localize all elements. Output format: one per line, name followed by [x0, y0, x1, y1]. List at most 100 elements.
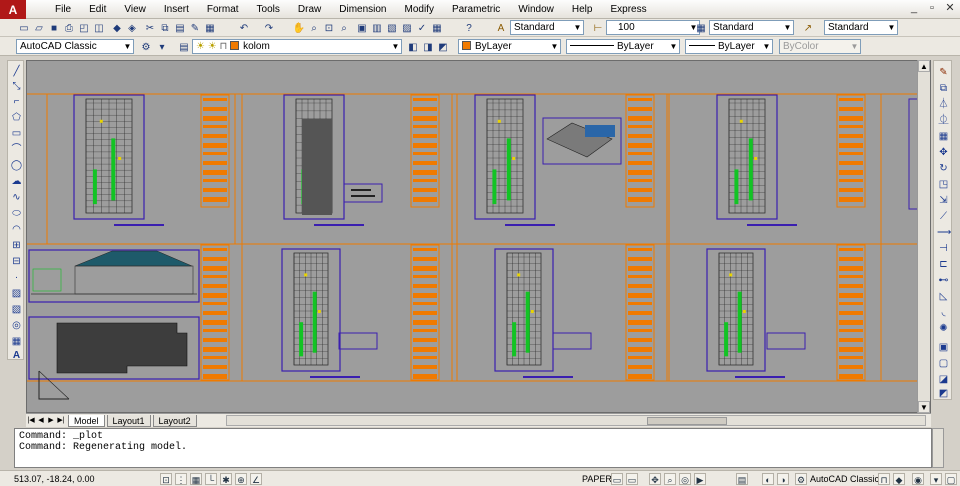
tab-layout2[interactable]: Layout2: [152, 414, 197, 427]
workspace-switching-icon[interactable]: ⚙: [795, 473, 807, 485]
ellipse-arc-icon[interactable]: ◠: [10, 223, 23, 236]
plot-icon[interactable]: ⎙: [62, 21, 76, 35]
quick-view-drawings-icon[interactable]: ▭: [626, 473, 638, 485]
menu-item-window[interactable]: Window: [509, 0, 563, 19]
point-icon[interactable]: ·: [10, 271, 23, 284]
revision-cloud-icon[interactable]: ☁: [10, 175, 23, 188]
tool-palettes-icon[interactable]: ▧: [385, 21, 399, 35]
snap-mode-icon[interactable]: ⋮: [175, 473, 187, 485]
quick-view-layouts-icon[interactable]: ▭: [611, 473, 623, 485]
fillet-icon[interactable]: ◟: [937, 306, 950, 319]
annotation-scale-icon[interactable]: ▤: [736, 473, 748, 485]
undo-icon[interactable]: ↶: [237, 21, 251, 35]
line-icon[interactable]: ╱: [10, 65, 23, 78]
stretch-icon[interactable]: ⇲: [937, 194, 950, 207]
ellipse-icon[interactable]: ⬭: [10, 207, 23, 220]
lineweight-combo[interactable]: ByLayer ▼: [685, 39, 773, 54]
vertical-scrollbar[interactable]: ▲ ▼: [917, 60, 930, 413]
pan-icon[interactable]: ✋: [292, 21, 306, 35]
polar-tracking-icon[interactable]: ✱: [220, 473, 232, 485]
ortho-icon[interactable]: └: [205, 473, 217, 485]
menu-item-help[interactable]: Help: [563, 0, 602, 19]
circle-icon[interactable]: ◯: [10, 159, 23, 172]
join-icon[interactable]: ⊷: [937, 274, 950, 287]
restore-icon[interactable]: ▫: [926, 2, 938, 15]
arc-icon[interactable]: ⌒: [10, 143, 23, 156]
customize-icon[interactable]: ▾: [155, 40, 169, 54]
text-style-combo[interactable]: Standard ▼: [510, 20, 584, 35]
auto-scale-icon[interactable]: ◑: [777, 473, 789, 485]
pan-status-icon[interactable]: ✥: [649, 473, 661, 485]
isolate-objects-icon[interactable]: ◉: [912, 473, 924, 485]
menu-item-file[interactable]: File: [46, 0, 80, 19]
plot-style-combo[interactable]: ByColor ▼: [779, 39, 861, 54]
text-style-icon[interactable]: A: [494, 21, 508, 35]
status-bar-menu-icon[interactable]: ▾: [930, 473, 942, 485]
chamfer-icon[interactable]: ◺: [937, 290, 950, 303]
table-icon[interactable]: ▦: [10, 335, 23, 348]
menu-item-express[interactable]: Express: [601, 0, 655, 19]
table-style-icon[interactable]: ▦: [694, 21, 708, 35]
open-file-icon[interactable]: ▱: [32, 21, 46, 35]
gradient-icon[interactable]: ▧: [10, 303, 23, 316]
model-space-viewport[interactable]: [26, 60, 931, 413]
break-at-point-icon[interactable]: ⊣: [937, 242, 950, 255]
extend-icon[interactable]: ⟶: [937, 226, 951, 239]
clean-screen-icon[interactable]: ▢: [945, 473, 957, 485]
copy-object-icon[interactable]: ⧉: [937, 82, 950, 95]
application-menu-button[interactable]: A: [0, 0, 26, 19]
make-object-layer-current-icon[interactable]: ◧: [406, 40, 420, 54]
infer-constraints-icon[interactable]: ⊡: [160, 473, 172, 485]
copy-icon[interactable]: ⧉: [158, 21, 172, 35]
next-tab-icon[interactable]: ▶: [46, 415, 56, 427]
draw-order-back-icon[interactable]: ▢: [937, 357, 950, 370]
menu-item-modify[interactable]: Modify: [396, 0, 443, 19]
menu-item-parametric[interactable]: Parametric: [443, 0, 509, 19]
menu-item-dimension[interactable]: Dimension: [330, 0, 395, 19]
properties-icon[interactable]: ▣: [355, 21, 369, 35]
previous-tab-icon[interactable]: ◀: [36, 415, 46, 427]
sheet-set-manager-icon[interactable]: ▨: [400, 21, 414, 35]
cut-icon[interactable]: ✂: [143, 21, 157, 35]
offset-icon[interactable]: ⏂: [937, 114, 950, 127]
scroll-up-icon[interactable]: ▲: [918, 60, 930, 72]
hardware-acceleration-icon[interactable]: ◆: [893, 473, 905, 485]
zoom-previous-icon[interactable]: ⌕: [337, 21, 351, 35]
save-icon[interactable]: ■: [47, 21, 61, 35]
last-tab-icon[interactable]: ▶|: [56, 415, 66, 427]
object-snap-icon[interactable]: ⊕: [235, 473, 247, 485]
multiline-text-icon[interactable]: A: [10, 349, 23, 362]
layer-state-icon[interactable]: ◩: [436, 40, 450, 54]
quickcalc-icon[interactable]: ▦: [430, 21, 444, 35]
linetype-combo[interactable]: ByLayer ▼: [566, 39, 680, 54]
design-center-icon[interactable]: ▥: [370, 21, 384, 35]
plot-preview-icon[interactable]: ◰: [77, 21, 91, 35]
block-editor-icon[interactable]: ▦: [203, 21, 217, 35]
region-icon[interactable]: ◎: [10, 319, 23, 332]
color-combo[interactable]: ByLayer ▼: [458, 39, 561, 54]
menu-item-view[interactable]: View: [115, 0, 155, 19]
match-properties-icon[interactable]: ✎: [188, 21, 202, 35]
command-line-scrollbar[interactable]: [932, 428, 944, 468]
break-icon[interactable]: ⊏: [937, 258, 950, 271]
send-under-icon[interactable]: ◩: [937, 387, 950, 400]
rectangle-icon[interactable]: ▭: [10, 127, 23, 140]
make-block-icon[interactable]: ⊟: [10, 255, 23, 268]
3d-dwf-icon[interactable]: ◆: [110, 21, 124, 35]
scroll-thumb[interactable]: [647, 417, 727, 425]
table-style-combo[interactable]: Standard ▼: [709, 20, 794, 35]
command-line-window[interactable]: Command: _plot Command: Regenerating mod…: [14, 428, 932, 468]
paste-icon[interactable]: ▤: [173, 21, 187, 35]
array-icon[interactable]: ▦: [937, 130, 950, 143]
trim-icon[interactable]: ⟋: [937, 210, 950, 223]
markup-set-icon[interactable]: ✓: [415, 21, 429, 35]
menu-item-insert[interactable]: Insert: [155, 0, 198, 19]
steering-wheel-icon[interactable]: ◎: [679, 473, 691, 485]
workspace-status-label[interactable]: AutoCAD Classic: [810, 472, 879, 486]
grid-icon[interactable]: ▦: [190, 473, 202, 485]
workspace-combo[interactable]: AutoCAD Classic ▼: [16, 39, 134, 54]
menu-item-edit[interactable]: Edit: [80, 0, 115, 19]
showmotion-icon[interactable]: ▶: [694, 473, 706, 485]
workspace-settings-icon[interactable]: ⚙: [139, 40, 153, 54]
tab-layout1[interactable]: Layout1: [106, 414, 151, 427]
